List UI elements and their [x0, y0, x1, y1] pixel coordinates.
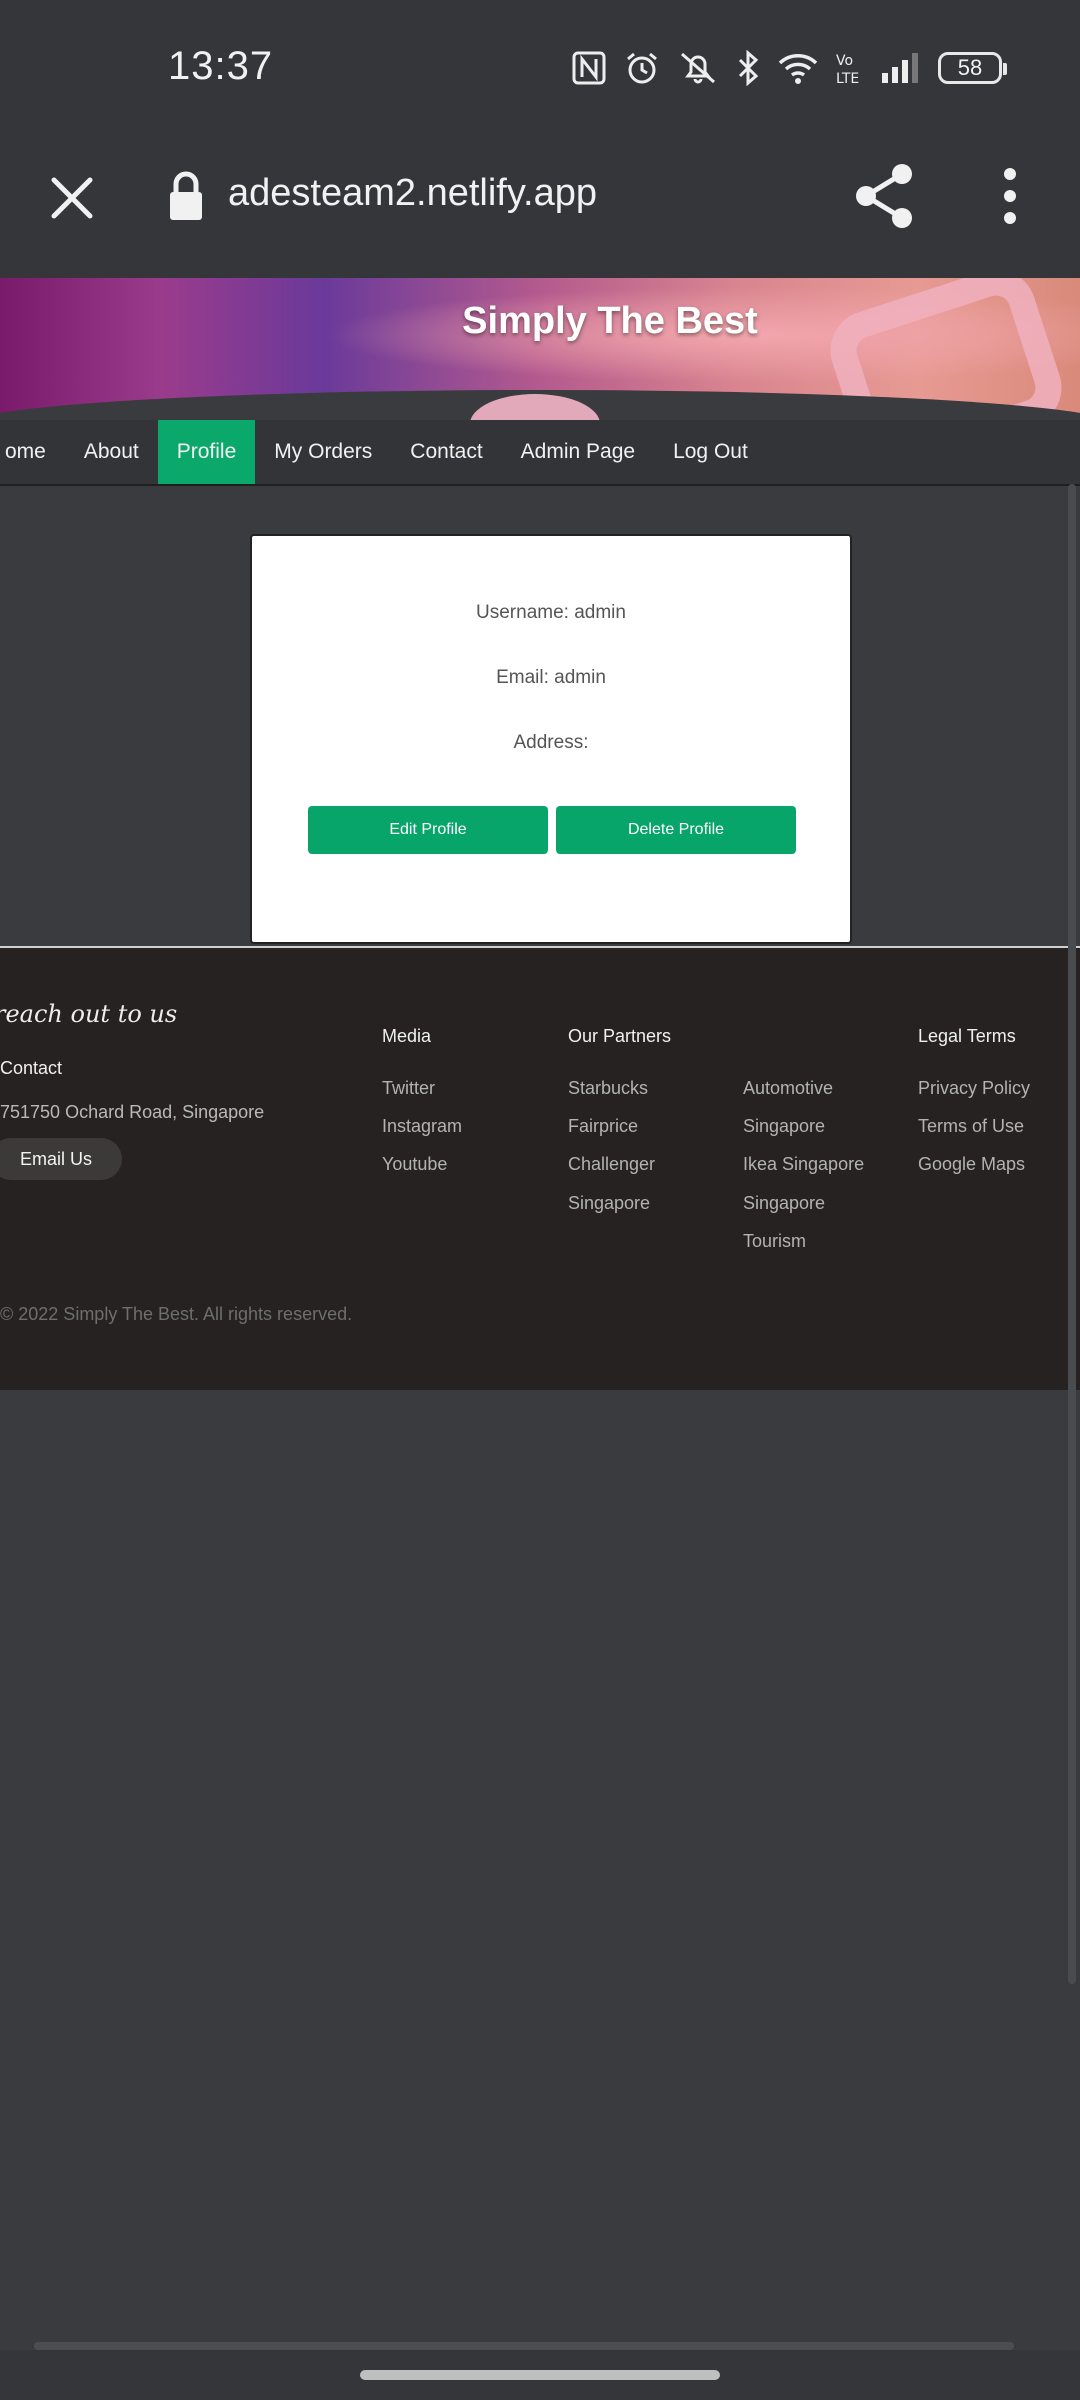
footer-copyright: © 2022 Simply The Best. All rights reser…: [0, 1304, 353, 1324]
status-time: 13:37: [168, 44, 274, 88]
share-icon[interactable]: [848, 160, 920, 232]
nfc-icon: [572, 51, 606, 85]
nav-item-my-orders[interactable]: My Orders: [255, 420, 391, 484]
profile-email: Email: admin: [496, 667, 606, 688]
volte-icon: Vo LTE: [836, 53, 859, 86]
url-bar[interactable]: adesteam2.netlify.app: [228, 172, 597, 215]
footer-link-partner[interactable]: Tourism: [743, 1231, 806, 1252]
signal-icon: [882, 53, 918, 83]
footer-link-youtube[interactable]: Youtube: [382, 1154, 447, 1175]
alarm-icon: [627, 52, 657, 84]
close-icon: [51, 177, 93, 219]
horizontal-scrollbar[interactable]: [34, 2342, 1014, 2350]
profile-card: Username: admin Email: admin Address: Ed…: [250, 534, 852, 944]
nav-item-home[interactable]: ome: [0, 420, 65, 484]
footer-link-partner[interactable]: Fairprice: [568, 1116, 638, 1137]
more-vert-icon[interactable]: [990, 160, 1030, 232]
footer-legal-heading: Legal Terms: [918, 1026, 1016, 1046]
edit-profile-button[interactable]: Edit Profile: [308, 806, 548, 854]
footer-link-google-maps[interactable]: Google Maps: [918, 1154, 1025, 1175]
close-tab-button[interactable]: [40, 166, 104, 230]
wifi-icon: [778, 54, 818, 84]
main-nav: ome About Profile My Orders Contact Admi…: [0, 420, 1080, 486]
bluetooth-icon: [738, 50, 759, 86]
footer-contact-heading: Contact: [0, 1058, 63, 1078]
footer-partners-heading: Our Partners: [568, 1026, 672, 1046]
footer-link-partner[interactable]: Automotive: [743, 1078, 833, 1099]
footer-link-instagram[interactable]: Instagram: [382, 1116, 462, 1137]
footer-link-partner[interactable]: Singapore: [743, 1193, 825, 1214]
profile-username: Username: admin: [476, 602, 626, 623]
footer-link-partner[interactable]: Singapore: [743, 1116, 825, 1137]
footer-link-partner[interactable]: Challenger: [568, 1154, 655, 1175]
mute-icon: [681, 52, 715, 84]
nav-item-about[interactable]: About: [65, 420, 158, 484]
home-gesture-handle[interactable]: [360, 2370, 720, 2380]
status-bar: 13:37 Vo LTE 58: [0, 0, 1080, 136]
nav-item-profile[interactable]: Profile: [157, 420, 256, 484]
footer-link-privacy-policy[interactable]: Privacy Policy: [918, 1078, 1030, 1099]
footer-link-twitter[interactable]: Twitter: [382, 1078, 435, 1099]
vertical-scrollbar[interactable]: [1068, 484, 1076, 1984]
footer-tagline: reach out to us: [0, 1000, 178, 1028]
svg-text:Vo: Vo: [836, 53, 853, 69]
browser-toolbar: adesteam2.netlify.app: [0, 136, 1080, 278]
lock-icon[interactable]: [166, 168, 206, 228]
delete-profile-button[interactable]: Delete Profile: [556, 806, 796, 854]
status-icons: Vo LTE 58: [572, 46, 1007, 90]
nav-item-admin-page[interactable]: Admin Page: [502, 420, 654, 484]
profile-address: Address:: [513, 732, 589, 753]
footer-link-partner[interactable]: Starbucks: [568, 1078, 648, 1099]
svg-text:LTE: LTE: [836, 71, 859, 86]
battery-level: 58: [957, 55, 983, 80]
hero-banner: Simply The Best: [0, 278, 1080, 420]
footer-link-terms-of-use[interactable]: Terms of Use: [918, 1116, 1024, 1137]
footer-address: 751750 Ochard Road, Singapore: [0, 1102, 265, 1122]
nav-item-log-out[interactable]: Log Out: [654, 420, 767, 484]
web-page: Simply The Best ome About Profile My Ord…: [0, 278, 1080, 2350]
site-footer: reach out to us Contact 751750 Ochard Ro…: [0, 946, 1080, 1390]
battery-icon: 58: [938, 52, 1007, 84]
site-title: Simply The Best: [462, 300, 758, 342]
navigation-gesture-bar: [0, 2350, 1080, 2400]
footer-link-partner[interactable]: Ikea Singapore: [743, 1154, 864, 1175]
footer-media-heading: Media: [382, 1026, 432, 1046]
footer-link-partner[interactable]: Singapore: [568, 1193, 650, 1214]
nav-item-contact[interactable]: Contact: [391, 420, 501, 484]
email-us-button[interactable]: Email Us: [0, 1138, 122, 1180]
